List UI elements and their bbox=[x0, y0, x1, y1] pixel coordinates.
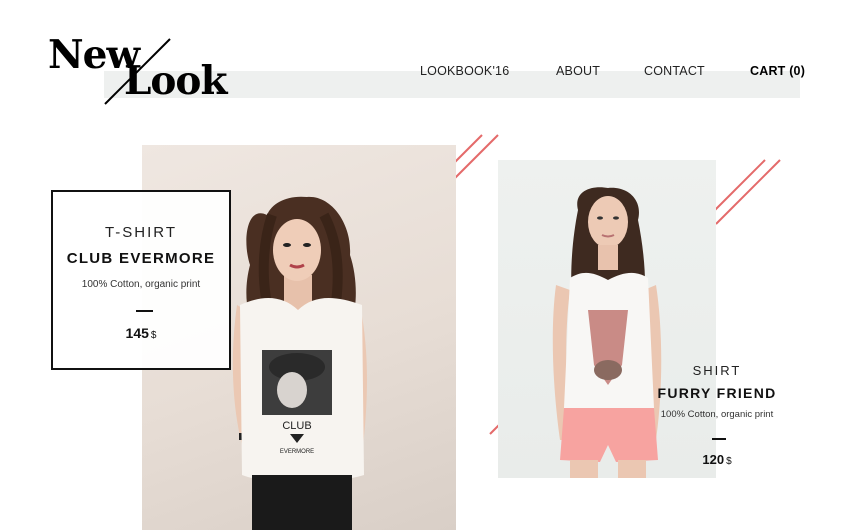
price-divider bbox=[712, 438, 726, 440]
product-card-club-evermore[interactable]: T-SHIRT CLUB EVERMORE 100% Cotton, organ… bbox=[51, 190, 231, 370]
tshirt-print-text-club: CLUB bbox=[282, 420, 311, 432]
product-name: FURRY FRIEND bbox=[657, 385, 777, 401]
price-currency: $ bbox=[150, 330, 157, 341]
nav-link-lookbook[interactable]: LOOKBOOK'16 bbox=[420, 64, 509, 78]
logo-slash bbox=[104, 38, 171, 105]
nav-link-cart[interactable]: CART (0) bbox=[750, 64, 805, 78]
product-price: 145 $ bbox=[53, 325, 229, 341]
product-description: 100% Cotton, organic print bbox=[81, 279, 201, 290]
price-currency: $ bbox=[726, 456, 732, 467]
product-category: T-SHIRT bbox=[104, 224, 178, 241]
product-name: CLUB EVERMORE bbox=[66, 250, 216, 267]
price-value: 120 bbox=[702, 452, 725, 467]
product-card-furry-friend[interactable]: SHIRT FURRY FRIEND 100% Cotton, organic … bbox=[650, 360, 784, 470]
nav-link-about[interactable]: ABOUT bbox=[556, 64, 600, 78]
product-description: 100% Cotton, organic print bbox=[660, 409, 774, 420]
product-category: SHIRT bbox=[692, 363, 742, 378]
price-divider bbox=[136, 310, 153, 312]
product-price: 120 $ bbox=[650, 452, 784, 467]
price-value: 145 bbox=[125, 325, 149, 341]
nav-link-contact[interactable]: CONTACT bbox=[644, 64, 705, 78]
tshirt-print-text-evermore: EVERMORE bbox=[280, 449, 314, 455]
